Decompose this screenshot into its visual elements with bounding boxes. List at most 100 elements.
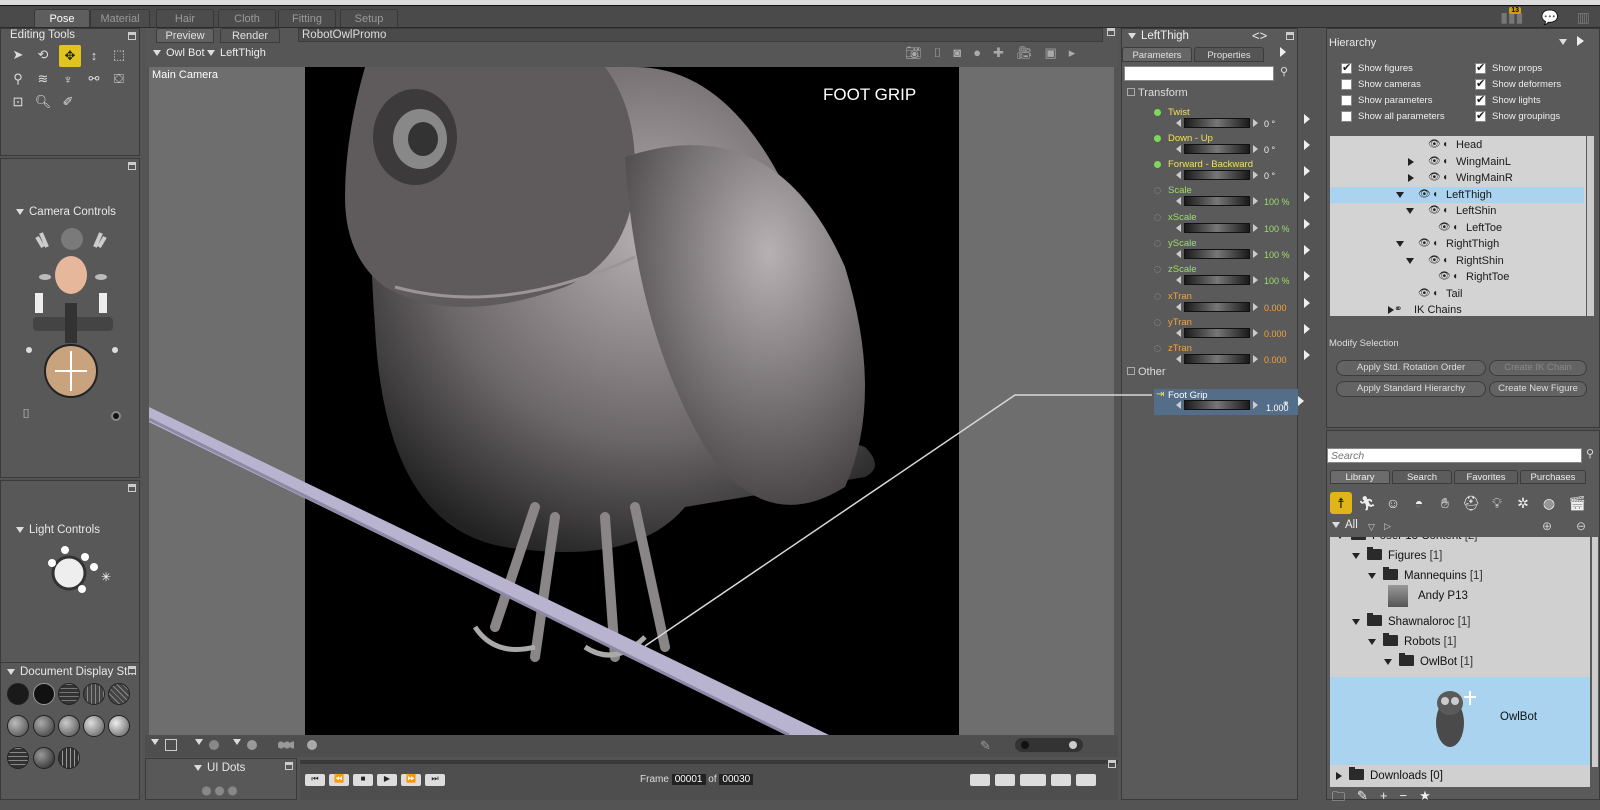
panel-close-icon[interactable] [1108, 760, 1116, 768]
expand-node-icon[interactable] [1408, 157, 1414, 166]
grouping-icon[interactable]: ⚯ [85, 70, 103, 88]
ui-dot-icons[interactable] [200, 785, 240, 797]
downloads-folder[interactable]: Downloads [0] [1330, 765, 1590, 787]
visibility-eye-icon[interactable]: 👁︎ [1438, 269, 1451, 285]
library-folder[interactable]: Shawnaloroc [1] [1352, 612, 1470, 632]
parameter-value[interactable]: 100 % [1264, 276, 1290, 286]
prev-keyframe-icon[interactable] [970, 774, 990, 786]
hierarchy-node[interactable]: 👁︎ ◖ WingMainL [1330, 154, 1584, 171]
parameter-menu-arrow-icon[interactable] [1304, 245, 1310, 255]
display-flat-lined-icon[interactable] [33, 715, 55, 737]
dependency-link-icon[interactable]: ⚭ [1282, 398, 1290, 409]
parameter-state-icon[interactable] [1154, 187, 1161, 194]
parameter-row[interactable]: xScale 100 % [1154, 212, 1319, 236]
scenes-category-icon[interactable]: 🎬︎ [1566, 492, 1588, 514]
library-tab-library[interactable]: Library [1330, 470, 1390, 484]
parameter-menu-arrow-icon[interactable] [1304, 140, 1310, 150]
hierarchy-node[interactable]: 👁︎ ◖ RightThigh [1330, 236, 1584, 253]
parameter-menu-arrow-icon[interactable] [1304, 324, 1310, 334]
create-ik-chain-button[interactable]: Create IK Chain [1489, 360, 1587, 376]
parameter-menu-arrow-icon[interactable] [1304, 192, 1310, 202]
display-texture-shaded-icon[interactable] [108, 715, 130, 737]
video-icon[interactable]: ▣ [1044, 45, 1056, 61]
play-icon[interactable]: ▶ [377, 774, 397, 786]
light-globe-widget[interactable]: ✳ [37, 543, 117, 603]
checkbox[interactable] [1341, 95, 1352, 106]
dial-left-arrow-icon[interactable] [1176, 355, 1181, 363]
chat-icon[interactable]: 💬 [1541, 9, 1558, 26]
dial-right-arrow-icon[interactable] [1253, 329, 1258, 337]
parameter-value[interactable]: 100 % [1264, 197, 1290, 207]
parameter-dial[interactable] [1184, 196, 1250, 206]
props-category-icon[interactable]: ⛑ [1460, 492, 1482, 514]
dial-right-arrow-icon[interactable] [1253, 355, 1258, 363]
parameter-dial[interactable] [1184, 354, 1250, 364]
collapse-icon[interactable] [16, 208, 24, 215]
visibility-eye-icon[interactable]: 👁︎ [1428, 170, 1441, 186]
visibility-eye-icon[interactable]: 👁︎ [1438, 220, 1451, 236]
pencil-icon[interactable]: ✎ [980, 738, 991, 754]
direct-manipulation-icon[interactable]: ⊡ [9, 93, 27, 111]
sphere-icon[interactable] [209, 740, 219, 750]
library-books-icon[interactable]: ▥ [1577, 9, 1590, 26]
eyedropper-icon[interactable]: ✐ [59, 93, 77, 111]
parameter-dial[interactable] [1184, 275, 1250, 285]
expand-node-icon[interactable] [1408, 174, 1414, 182]
parameter-value[interactable]: 0 ° [1264, 119, 1275, 129]
dial-left-arrow-icon[interactable] [1176, 276, 1181, 284]
frame-input[interactable]: 00001 [671, 774, 706, 785]
parameter-menu-arrow-icon[interactable] [1304, 166, 1310, 176]
select-arrow-icon[interactable]: ➤ [9, 46, 27, 64]
hierarchy-checkbox-option[interactable]: Show figures [1341, 61, 1413, 74]
hierarchy-checkbox-option[interactable]: Show parameters [1341, 95, 1432, 106]
camera-dot-icon[interactable] [111, 411, 121, 421]
parameter-row[interactable]: yScale 100 % [1154, 238, 1319, 262]
main-viewport[interactable]: Main Camera FOOT GRIP [149, 67, 1114, 735]
visibility-eye-icon[interactable]: 👁︎ [1428, 154, 1441, 170]
prev-key-icon[interactable]: ⏪ [329, 774, 349, 786]
parameter-row[interactable]: yTran 0.000 [1154, 317, 1319, 341]
parameter-state-icon[interactable] [1154, 135, 1161, 142]
checkbox[interactable] [1341, 111, 1352, 122]
panel-close-icon[interactable] [128, 484, 136, 492]
hierarchy-node[interactable]: 👁︎ ◖ LeftShin [1330, 203, 1584, 220]
parameter-dial[interactable] [1184, 249, 1250, 259]
create-new-figure-button[interactable]: Create New Figure [1489, 381, 1587, 397]
other-group-header[interactable]: Other [1127, 366, 1166, 378]
dial-left-arrow-icon[interactable] [1176, 197, 1181, 205]
collapse-icon[interactable] [1368, 638, 1376, 645]
parameter-state-icon[interactable] [1154, 109, 1161, 116]
next-keyframe-icon[interactable] [995, 774, 1015, 786]
remove-runtime-icon[interactable]: ⊖ [1576, 519, 1586, 533]
parameter-menu-arrow-icon[interactable] [1304, 271, 1310, 281]
materials-category-icon[interactable]: ◍ [1538, 492, 1560, 514]
parameter-dial[interactable] [1184, 170, 1250, 180]
parameter-row[interactable]: zTran 0.000 [1154, 343, 1319, 367]
search-icon[interactable]: ⚲ [1586, 447, 1594, 460]
parameter-state-icon[interactable] [1154, 161, 1161, 168]
apply-rotation-order-button[interactable]: Apply Std. Rotation Order [1336, 360, 1486, 376]
folder-icon[interactable]: 🗀︎ [1332, 788, 1345, 810]
panel-close-icon[interactable] [128, 32, 136, 40]
parameter-value[interactable]: 0.000 [1264, 303, 1287, 313]
remove-icon[interactable]: − [1400, 788, 1408, 810]
dial-left-arrow-icon[interactable] [1176, 145, 1181, 153]
collapse-icon[interactable] [16, 526, 24, 533]
panel-close-icon[interactable] [1107, 28, 1115, 36]
collapse-icon[interactable] [1336, 537, 1344, 539]
edit-icon[interactable]: ✎ [1357, 788, 1368, 810]
notifications-icon[interactable]: ▮▮▮ 13 [1500, 7, 1523, 26]
room-tab-fitting[interactable]: Fitting [278, 9, 336, 27]
display-sketch-icon[interactable] [58, 747, 80, 769]
library-folder[interactable]: Poser 13 Content [2] [1336, 537, 1478, 546]
dial-right-arrow-icon[interactable] [1253, 303, 1258, 311]
stop-icon[interactable]: ■ [353, 774, 373, 786]
figure-circle-icon[interactable]: ✚ [993, 45, 1004, 61]
add-runtime-icon[interactable]: ⊕ [1542, 519, 1552, 533]
parameter-value[interactable]: 100 % [1264, 250, 1290, 260]
visibility-eye-icon[interactable]: 👁︎ [1418, 236, 1431, 252]
collapse-node-icon[interactable] [1406, 208, 1414, 214]
apply-standard-hierarchy-button[interactable]: Apply Standard Hierarchy [1336, 381, 1486, 397]
parameter-dial[interactable] [1184, 223, 1250, 233]
camera-add-icon[interactable]: ⌷ [934, 45, 942, 61]
